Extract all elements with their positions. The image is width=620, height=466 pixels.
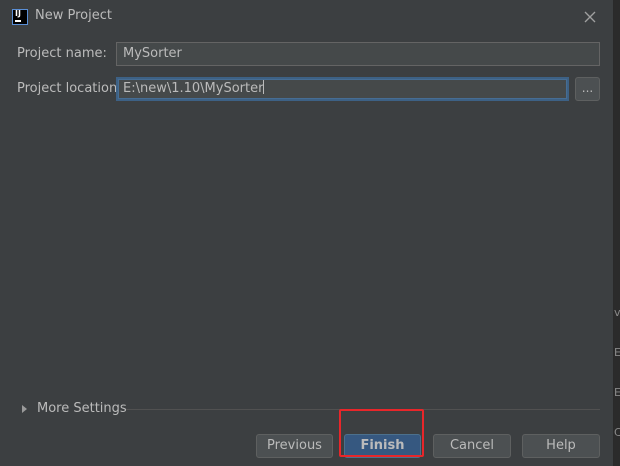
background-text-fragment: E — [614, 386, 620, 399]
expand-triangle-icon — [22, 405, 27, 413]
background-text-fragment: E — [614, 346, 620, 359]
background-text-fragment: C — [614, 426, 620, 439]
background-text-fragment: v — [614, 306, 620, 319]
browse-button[interactable]: ... — [575, 77, 600, 101]
title-bar: IJ New Project — [0, 0, 614, 34]
intellij-app-icon: IJ — [12, 9, 28, 25]
project-location-value: E:\new\1.10\MySorter — [123, 81, 264, 96]
new-project-dialog: IJ New Project Project name: MySorter Pr… — [0, 0, 614, 466]
dialog-title: New Project — [35, 8, 112, 23]
project-location-label: Project location: — [17, 81, 122, 96]
project-location-field[interactable]: E:\new\1.10\MySorter — [116, 77, 569, 101]
cancel-button[interactable]: Cancel — [433, 434, 511, 458]
project-name-label: Project name: — [17, 46, 107, 61]
more-settings-label: More Settings — [37, 401, 127, 416]
previous-button[interactable]: Previous — [256, 434, 333, 458]
project-name-field[interactable]: MySorter — [116, 42, 600, 66]
close-button[interactable] — [580, 7, 600, 27]
text-caret — [263, 80, 265, 94]
close-icon — [584, 11, 596, 23]
more-settings-divider — [126, 409, 600, 410]
finish-button[interactable]: Finish — [344, 434, 421, 458]
help-button[interactable]: Help — [522, 434, 600, 458]
